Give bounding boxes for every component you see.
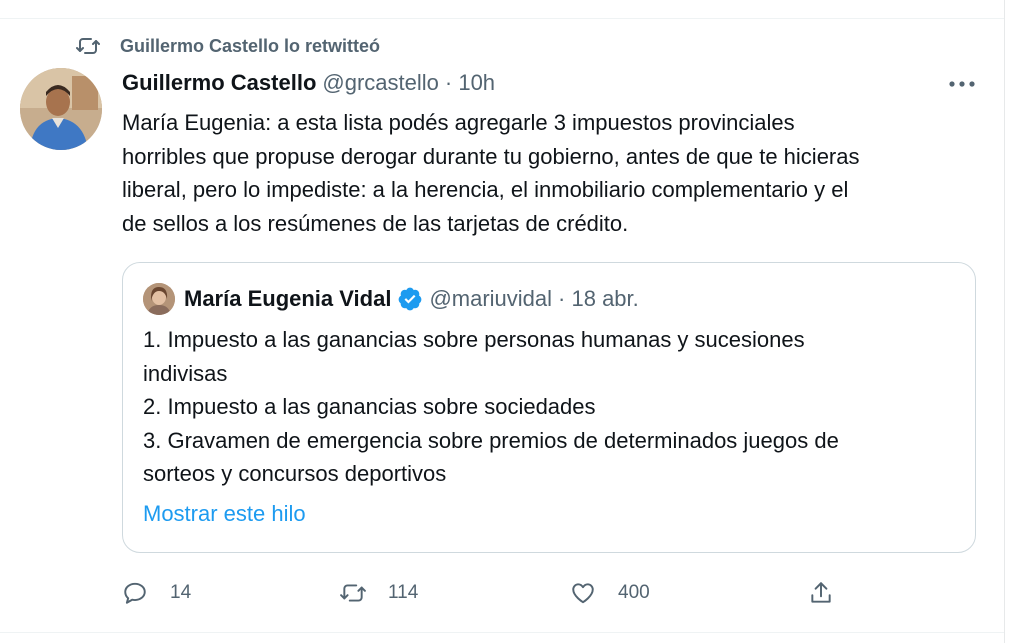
tweet-line: de sellos a los resúmenes de las tarjeta… <box>122 210 629 236</box>
tweet-line: horribles que propuse derogar durante tu… <box>122 143 860 169</box>
tweet-actions: 14 114 400 <box>0 572 1004 616</box>
author-avatar[interactable] <box>20 68 102 150</box>
quoted-line: 2. Impuesto a las ganancias sobre socied… <box>143 394 596 419</box>
bottom-divider <box>0 632 1004 633</box>
reply-count: 14 <box>170 582 192 603</box>
retweet-icon <box>340 584 366 602</box>
tweet-text: María Eugenia: a esta lista podés agrega… <box>122 106 982 240</box>
quoted-author-name: María Eugenia Vidal <box>184 286 392 311</box>
more-icon <box>949 81 975 87</box>
quoted-author-handle: @mariuvidal <box>429 286 553 311</box>
tweet-header: Guillermo Castello @grcastello · 10h <box>122 70 495 96</box>
quoted-tweet-text: 1. Impuesto a las ganancias sobre person… <box>143 323 963 491</box>
tweet-line: María Eugenia: a esta lista podés agrega… <box>122 110 795 135</box>
show-thread-link[interactable]: Mostrar este hilo <box>143 501 306 527</box>
author-name[interactable]: Guillermo Castello <box>122 70 316 96</box>
retweet-context[interactable]: Guillermo Castello lo retwitteó <box>76 34 380 58</box>
heart-icon <box>572 583 594 604</box>
retweet-button[interactable]: 114 <box>340 580 418 606</box>
share-icon <box>811 582 831 603</box>
verified-badge-icon <box>399 287 422 311</box>
quoted-tweet-date: · 18 abr. <box>558 286 639 311</box>
retweet-icon <box>76 38 100 54</box>
retweet-label[interactable]: Guillermo Castello lo retwitteó <box>120 36 380 57</box>
quoted-line: 1. Impuesto a las ganancias sobre person… <box>143 327 805 352</box>
reply-icon <box>124 582 146 604</box>
quoted-line: indivisas <box>143 360 228 386</box>
quoted-line: 3. Gravamen de emergencia sobre premios … <box>143 427 839 453</box>
like-button[interactable]: 400 <box>570 580 650 606</box>
timeline-border <box>1004 0 1005 643</box>
author-handle[interactable]: @grcastello <box>322 70 439 96</box>
quoted-line: sorteos y concursos deportivos <box>143 461 447 486</box>
tweet-time[interactable]: · 10h <box>445 70 495 96</box>
more-options-button[interactable] <box>946 72 978 96</box>
retweet-count: 114 <box>388 582 419 603</box>
reply-button[interactable]: 14 <box>122 580 191 606</box>
top-divider <box>0 18 1004 19</box>
quoted-tweet[interactable]: María Eugenia Vidal @mariuvidal · 18 abr… <box>122 262 976 553</box>
quoted-author-avatar[interactable] <box>143 283 175 315</box>
quoted-tweet-header: María Eugenia Vidal @mariuvidal · 18 abr… <box>143 283 639 315</box>
like-count: 400 <box>618 582 650 603</box>
share-button[interactable] <box>808 580 856 606</box>
tweet-line: liberal, pero lo impediste: a la herenci… <box>122 177 849 202</box>
